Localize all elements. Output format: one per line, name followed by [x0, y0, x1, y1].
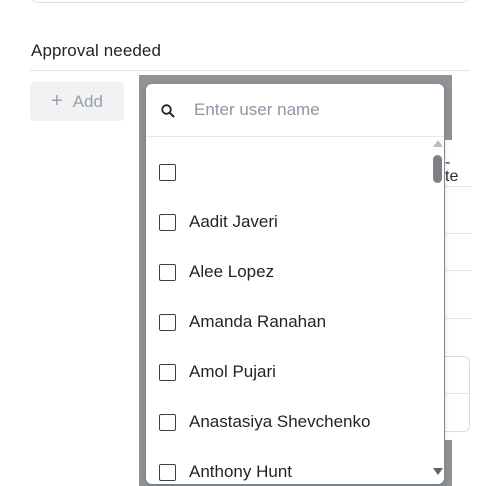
background-divider: [445, 318, 471, 319]
user-option-checkbox[interactable]: [159, 164, 176, 181]
user-option[interactable]: Amol Pujari: [146, 350, 432, 400]
user-option[interactable]: Alee Lopez: [146, 250, 432, 300]
user-option-checkbox[interactable]: [159, 414, 176, 431]
user-option-label: Aadit Javeri: [189, 212, 278, 231]
plus-icon: +: [51, 89, 63, 112]
user-option-checkbox[interactable]: [159, 314, 176, 331]
user-option-label: Alee Lopez: [189, 262, 275, 281]
dropdown-scrollbar[interactable]: [432, 140, 444, 476]
background-input-box: [445, 356, 470, 432]
section-divider: [30, 70, 470, 71]
search-icon: [161, 104, 175, 118]
user-option-checkbox[interactable]: [159, 264, 176, 281]
background-divider: [445, 186, 471, 187]
add-button-label: Add: [72, 91, 103, 111]
user-option[interactable]: Anastasiya Shevchenko: [146, 400, 432, 450]
scroll-up-arrow-icon[interactable]: [433, 140, 443, 147]
background-divider: [445, 233, 471, 234]
user-picker-dropdown: Aadit Javeri Alee Lopez Amanda Ranahan A…: [146, 84, 444, 484]
background-text-fragment: te: [445, 168, 459, 185]
scrollbar-thumb[interactable]: [433, 155, 442, 183]
user-search-input[interactable]: [194, 96, 424, 124]
previous-card: [30, 0, 470, 3]
user-option-label: Amol Pujari: [189, 362, 276, 381]
user-option-checkbox[interactable]: [159, 464, 176, 481]
user-option[interactable]: Amanda Ranahan: [146, 300, 432, 350]
user-option-list: Aadit Javeri Alee Lopez Amanda Ranahan A…: [146, 150, 432, 484]
section-title: Approval needed: [31, 41, 162, 60]
user-option[interactable]: Anthony Hunt: [146, 450, 432, 484]
user-option-checkbox[interactable]: [159, 364, 176, 381]
user-option-label: Anthony Hunt: [189, 462, 293, 481]
user-option[interactable]: [146, 150, 432, 200]
user-search-row: [146, 84, 444, 137]
user-option-label: Anastasiya Shevchenko: [189, 412, 371, 431]
background-divider: [445, 270, 471, 271]
user-option[interactable]: Aadit Javeri: [146, 200, 432, 250]
user-option-label: Amanda Ranahan: [189, 312, 327, 331]
add-approver-button[interactable]: + Add: [30, 82, 124, 121]
scroll-down-arrow-icon[interactable]: [433, 468, 443, 475]
user-option-checkbox[interactable]: [159, 214, 176, 231]
